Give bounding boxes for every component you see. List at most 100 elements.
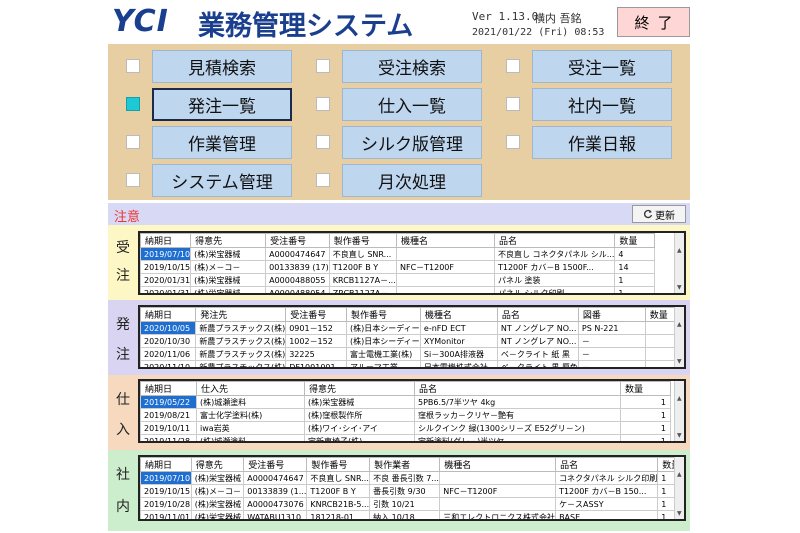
column-header[interactable]: 機種名: [439, 457, 557, 472]
table-cell: DF1001001: [285, 360, 347, 367]
refresh-button[interactable]: 更新: [632, 205, 686, 223]
column-header[interactable]: 製作番号: [328, 233, 397, 248]
scrollbar[interactable]: ▲ ▼: [674, 381, 684, 441]
table-cell: 1: [614, 286, 656, 293]
scroll-down-icon[interactable]: ▼: [677, 510, 682, 517]
column-header[interactable]: 得意先: [304, 381, 415, 396]
table-row[interactable]: 2020/01/31 (株)栄宝器械 A0000488054 ZRCB1127A－..…: [140, 286, 656, 293]
table-row[interactable]: 2019/08/21 富士化学塗料(株) (株)窪根製作所 窪根ラッカ－クリヤ－艶有 1: [140, 408, 671, 422]
column-header[interactable]: 納期日: [140, 457, 192, 472]
table-row[interactable]: 2020/11/06 新農プラスチックス(株) 32225 富士電機工業(株) Si－3…: [140, 347, 684, 361]
table-row[interactable]: 2019/11/28 (株)城瀬塗料 宝新東椅子(株) 宝新塗料(グレ－)半ツヤ 1: [140, 434, 671, 441]
menu-button[interactable]: シルク版管理: [342, 126, 482, 159]
menu-button[interactable]: 見積検索: [152, 50, 292, 83]
menu-button[interactable]: 受注一覧: [532, 50, 672, 83]
table-cell: 窪根ラッカ－クリヤ－艶有: [414, 408, 621, 422]
menu-item: 仕入一覧: [298, 88, 482, 121]
column-header[interactable]: 発注先: [195, 307, 287, 322]
hatchu-grid[interactable]: 納期日 発注先 受注番号 製作番号 機種名 品名 図番 数量 2020/10/05 新農プラスチッ…: [138, 305, 686, 369]
menu-checkbox[interactable]: [126, 59, 140, 73]
shiire-grid[interactable]: 納期日 仕入先 得意先 品名 数量 2019/05/22 (株)城瀬塗料 (株)栄宝器械 5PB…: [138, 379, 686, 443]
scroll-down-icon[interactable]: ▼: [677, 284, 682, 291]
menu-button[interactable]: 発注一覧: [152, 88, 292, 121]
table-row[interactable]: 2020/10/30 新農プラスチックス(株) 1002－152 (株)日本シーディー…: [140, 334, 684, 348]
exit-button[interactable]: 終了: [617, 7, 690, 37]
logo: YCI: [112, 4, 169, 39]
column-header[interactable]: 受注番号: [265, 233, 330, 248]
column-header[interactable]: 機種名: [419, 307, 498, 322]
table-row[interactable]: 2019/10/15 (株)メ－コ－ 00133839 (1... T1200F B …: [140, 484, 684, 498]
table-row[interactable]: 2019/10/15 (株)メ－コ－ 00133839 (17) T1200F B Y…: [140, 260, 656, 274]
menu-checkbox[interactable]: [316, 97, 330, 111]
table-row[interactable]: 2019/10/28 (株)栄宝器械 A0000473076 KNRCB21B-5..…: [140, 497, 684, 511]
scrollbar[interactable]: ▲ ▼: [674, 307, 684, 367]
table-row[interactable]: 2019/10/11 iwa岩英 (株)ワイ･シイ･アイ シルクインク 緑(1300シ…: [140, 421, 671, 435]
scroll-down-icon[interactable]: ▼: [677, 432, 682, 439]
column-header[interactable]: 納期日: [140, 381, 197, 396]
scroll-up-icon[interactable]: ▲: [677, 395, 682, 402]
table-row[interactable]: 2020/10/05 新農プラスチックス(株) 0901－152 (株)日本シーディー…: [140, 321, 684, 335]
menu-button[interactable]: 作業日報: [532, 126, 672, 159]
menu-button[interactable]: 仕入一覧: [342, 88, 482, 121]
column-header[interactable]: 製作業者: [369, 457, 441, 472]
column-header[interactable]: 納期日: [140, 307, 197, 322]
table-cell: A0000473076: [243, 497, 308, 511]
menu-button[interactable]: 作業管理: [152, 126, 292, 159]
table-cell: T1200F カバ－B 1500F...: [493, 260, 616, 274]
scroll-up-icon[interactable]: ▲: [677, 321, 682, 328]
column-header[interactable]: 受注番号: [285, 307, 347, 322]
menu-button[interactable]: 受注検索: [342, 50, 482, 83]
scroll-up-icon[interactable]: ▲: [677, 471, 682, 478]
menu-button[interactable]: システム管理: [152, 164, 292, 197]
shanai-grid[interactable]: 納期日 得意先 受注番号 製作番号 製作業者 機種名 品名 数量 2019/07/10 (株)栄宝…: [138, 455, 686, 521]
table-cell: A0000474647: [265, 247, 330, 261]
table-cell: ベ－クライト 紙 黒: [496, 347, 579, 361]
menu-checkbox[interactable]: [316, 173, 330, 187]
scroll-down-icon[interactable]: ▼: [677, 358, 682, 365]
table-row[interactable]: 2020/11/10 新農プラスチックス(株) DF1001001 アルーマ工業 日本電…: [140, 360, 684, 367]
column-header[interactable]: 機種名: [395, 233, 495, 248]
table-cell: 00133839 (1...: [243, 484, 308, 498]
column-header[interactable]: 納期日: [140, 233, 192, 248]
column-header[interactable]: 図番: [577, 307, 646, 322]
menu-button[interactable]: 社内一覧: [532, 88, 672, 121]
table-cell: 2019/08/21: [140, 408, 197, 422]
table-cell: 2019/07/10: [140, 471, 192, 485]
column-header[interactable]: 仕入先: [196, 381, 305, 396]
column-header[interactable]: 得意先: [190, 457, 245, 472]
menu-checkbox[interactable]: [126, 97, 140, 111]
column-header[interactable]: 受注番号: [243, 457, 308, 472]
column-header[interactable]: 品名: [496, 307, 579, 322]
column-header[interactable]: 得意先: [190, 233, 267, 248]
column-header[interactable]: 品名: [493, 233, 616, 248]
menu-checkbox[interactable]: [316, 135, 330, 149]
menu-checkbox[interactable]: [506, 135, 520, 149]
scroll-up-icon[interactable]: ▲: [677, 247, 682, 254]
column-header[interactable]: 品名: [414, 381, 621, 396]
table-row[interactable]: 2020/01/31 (株)栄宝器械 A0000488055 KRCB1127A－..…: [140, 273, 656, 287]
menu-checkbox[interactable]: [506, 59, 520, 73]
column-header[interactable]: 製作番号: [306, 457, 371, 472]
scrollbar[interactable]: ▲ ▼: [674, 233, 684, 293]
table-cell: NT ノングレア NO...: [496, 334, 579, 348]
column-header[interactable]: 数量: [614, 233, 656, 248]
menu-checkbox[interactable]: [126, 173, 140, 187]
shanai-table: 納期日 得意先 受注番号 製作番号 製作業者 機種名 品名 数量 2019/07/10 (株)栄宝…: [140, 457, 684, 519]
section-label-2: 注: [116, 268, 130, 284]
menu-checkbox[interactable]: [506, 97, 520, 111]
juchu-grid[interactable]: 納期日 得意先 受注番号 製作番号 機種名 品名 数量 2019/07/10 (株)栄宝器械 A0…: [138, 231, 686, 295]
table-row[interactable]: 2019/11/01 (株)栄宝器械 WATABU1310 181218-01... 納…: [140, 510, 684, 519]
menu-button[interactable]: 月次処理: [342, 164, 482, 197]
table-cell: (株)栄宝器械: [190, 247, 267, 261]
scrollbar[interactable]: ▲ ▼: [674, 457, 684, 519]
column-header[interactable]: 数量: [620, 381, 671, 396]
table-row[interactable]: 2019/07/10 (株)栄宝器械 A0000474647 不良直し SNR... 不…: [140, 471, 684, 485]
column-header[interactable]: 品名: [555, 457, 659, 472]
table-cell: (株)窪根製作所: [304, 408, 415, 422]
menu-checkbox[interactable]: [126, 135, 140, 149]
section-shiire: 仕 入 納期日 仕入先 得意先 品名 数量 2019/05/22 (株)城瀬塗料 (株)栄宝器…: [108, 375, 690, 450]
column-header[interactable]: 製作番号: [345, 307, 421, 322]
table-row[interactable]: 2019/07/10 (株)栄宝器械 A0000474647 不良直し SNR... 不…: [140, 247, 656, 261]
menu-checkbox[interactable]: [316, 59, 330, 73]
table-row[interactable]: 2019/05/22 (株)城瀬塗料 (株)栄宝器械 5PB6.5/7半ツヤ 4kg 1: [140, 395, 671, 409]
